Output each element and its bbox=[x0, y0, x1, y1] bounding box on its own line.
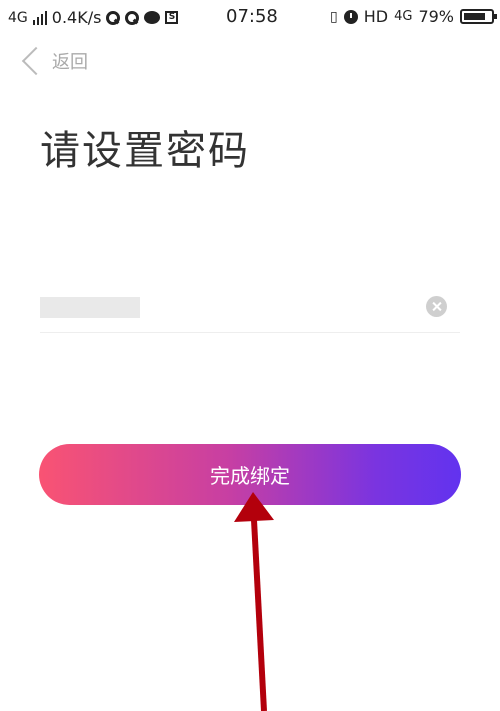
status-bar: 4G 0.4K/s S 07:58 ▯ HD 4G 79% bbox=[0, 0, 500, 34]
qq-icon bbox=[106, 10, 121, 25]
back-button[interactable]: 返回 bbox=[18, 46, 88, 76]
status-time: 07:58 bbox=[226, 6, 278, 27]
status-right: ▯ HD 4G 79% bbox=[330, 7, 497, 26]
battery-percent: 79% bbox=[418, 7, 454, 26]
qq-icon-2 bbox=[125, 10, 140, 25]
network-type: 4G bbox=[8, 9, 28, 26]
notification-s-icon: S bbox=[165, 11, 179, 24]
alarm-icon bbox=[343, 9, 358, 24]
annotation-arrow bbox=[234, 492, 274, 711]
clear-icon[interactable] bbox=[426, 296, 447, 317]
vibrate-icon: ▯ bbox=[330, 8, 338, 25]
back-label: 返回 bbox=[52, 52, 88, 73]
net-right-indicator: 4G bbox=[394, 9, 413, 24]
complete-binding-button[interactable]: 完成绑定 bbox=[39, 444, 461, 505]
password-input-value[interactable] bbox=[40, 297, 140, 318]
chevron-left-icon bbox=[21, 46, 51, 76]
status-left: 4G 0.4K/s S bbox=[8, 8, 179, 27]
complete-binding-label: 完成绑定 bbox=[210, 464, 290, 488]
password-field[interactable] bbox=[40, 286, 460, 333]
message-icon bbox=[144, 11, 161, 24]
battery-icon bbox=[460, 9, 497, 24]
page-title: 请设置密码 bbox=[40, 128, 250, 174]
hd-indicator: HD bbox=[363, 7, 389, 26]
annotation-arrow-shaft bbox=[251, 519, 267, 711]
network-speed: 0.4K/s bbox=[51, 8, 102, 27]
signal-icon bbox=[32, 10, 47, 25]
